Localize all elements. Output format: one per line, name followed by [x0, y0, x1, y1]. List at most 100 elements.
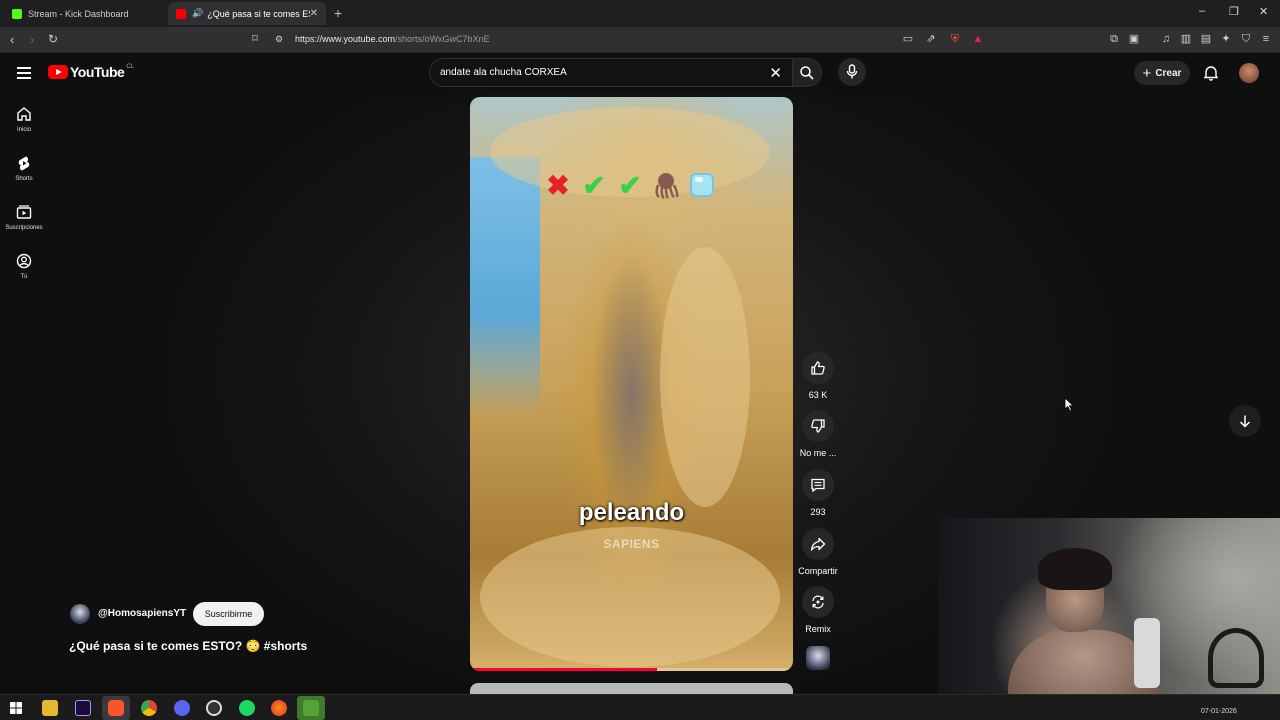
- search-input[interactable]: andate ala chucha CORXEA ✕: [429, 58, 793, 87]
- mouse-cursor-icon: [1064, 397, 1074, 412]
- music-icon[interactable]: ♫: [1160, 33, 1172, 45]
- chrome-icon[interactable]: [141, 700, 157, 716]
- tab-kick-dashboard[interactable]: Stream - Kick Dashboard: [4, 2, 166, 25]
- next-short-button[interactable]: [1229, 405, 1261, 437]
- video-progress-fill: [470, 668, 658, 671]
- brave-browser-icon[interactable]: [108, 700, 124, 716]
- clear-search-icon[interactable]: ✕: [769, 64, 782, 82]
- search-icon: [800, 66, 814, 80]
- hamburger-menu-icon[interactable]: [17, 67, 31, 79]
- channel-thumbnail[interactable]: [806, 646, 830, 670]
- bookmark-icon[interactable]: ⌑: [249, 33, 261, 45]
- speaker-icon: 🔊: [192, 8, 204, 18]
- voice-search-button[interactable]: [838, 58, 866, 86]
- like-button[interactable]: 63 K: [795, 352, 841, 400]
- firefox-icon[interactable]: [271, 700, 287, 716]
- create-button[interactable]: + Crear: [1134, 61, 1190, 85]
- sidebar-item-label: Tú: [20, 274, 28, 280]
- youtube-header: YouTube CL andate ala chucha CORXEA ✕ + …: [0, 53, 1280, 93]
- spotify-icon[interactable]: [239, 700, 255, 716]
- comments-button[interactable]: 293: [795, 469, 841, 517]
- share-button[interactable]: Compartir: [795, 528, 841, 576]
- maximize-button[interactable]: ❐: [1229, 5, 1239, 18]
- vpn-icon[interactable]: ⛉: [1240, 33, 1252, 45]
- address-bar-row: ‹ › ↻ ⌑ ⚙ https://www.youtube.com/shorts…: [0, 27, 1280, 53]
- logo-text: YouTube: [70, 64, 125, 80]
- octopus-icon: [650, 169, 682, 201]
- share-page-icon[interactable]: ⇗: [925, 33, 937, 45]
- sidebar-item-suscripciones[interactable]: Suscripciones: [0, 204, 48, 231]
- short-video-player[interactable]: ✖ ✔ ✔ peleando SAPIENS: [470, 97, 793, 671]
- shorts-icon: [18, 156, 30, 171]
- wallet-icon[interactable]: ▤: [1200, 33, 1212, 45]
- premiere-icon[interactable]: [75, 700, 91, 716]
- channel-avatar[interactable]: [70, 604, 90, 624]
- remix-button[interactable]: Remix: [795, 586, 841, 634]
- video-title: ¿Qué pasa si te comes ESTO? 😳 #shorts: [69, 639, 308, 653]
- dislike-label: No me ...: [799, 448, 837, 458]
- video-progress-bar[interactable]: [470, 668, 793, 671]
- youtube-play-icon: [48, 65, 68, 79]
- sidebar-item-inicio[interactable]: Inicio: [0, 106, 48, 133]
- minecraft-icon[interactable]: [303, 700, 319, 716]
- video-watermark: SAPIENS: [603, 537, 660, 551]
- headphones-shape: [1208, 628, 1264, 688]
- file-explorer-icon[interactable]: [42, 700, 58, 716]
- green-check-icon: ✔: [618, 169, 642, 201]
- user-avatar[interactable]: [1239, 63, 1259, 83]
- sidebar-item-shorts[interactable]: Shorts: [0, 155, 48, 182]
- create-label: Crear: [1155, 67, 1182, 79]
- search-button[interactable]: [792, 58, 822, 87]
- country-code: CL: [126, 64, 134, 70]
- video-caption: peleando: [578, 499, 685, 526]
- dislike-icon: [811, 419, 825, 433]
- channel-name[interactable]: @HomosapiensYT: [98, 608, 186, 619]
- video-sky-area: [470, 157, 540, 417]
- browser-tab-bar: Stream - Kick Dashboard 🔊 ¿Qué pasa si t…: [0, 0, 1280, 27]
- share-label: Compartir: [798, 566, 838, 576]
- back-icon[interactable]: ‹: [10, 32, 14, 47]
- microphone-icon: [846, 64, 858, 79]
- microphone-shape: [1134, 618, 1160, 688]
- windows-taskbar: 07-01-2026: [0, 694, 1280, 720]
- tab-youtube-short[interactable]: 🔊 ¿Qué pasa si te comes ESTO? ✕: [168, 2, 326, 25]
- subscribe-button[interactable]: Suscribirme: [193, 602, 264, 626]
- tab-close-icon[interactable]: ✕: [310, 8, 318, 19]
- url-text: https://www.youtube.com/shorts/oWxGwC7bX…: [295, 34, 490, 44]
- forward-icon[interactable]: ›: [30, 32, 34, 47]
- obs-icon[interactable]: [206, 700, 222, 716]
- red-x-icon: ✖: [546, 169, 570, 201]
- minimize-button[interactable]: –: [1199, 5, 1205, 17]
- windows-start-icon[interactable]: [10, 702, 22, 714]
- green-check-icon: ✔: [582, 169, 606, 201]
- screenshot-icon[interactable]: ▣: [1128, 33, 1140, 45]
- sidebar-toggle-icon[interactable]: ▥: [1180, 33, 1192, 45]
- notifications-bell-icon[interactable]: [1204, 65, 1218, 81]
- like-icon: [811, 361, 825, 375]
- plus-icon: +: [1142, 64, 1152, 82]
- dislike-button[interactable]: No me ...: [795, 410, 841, 458]
- site-settings-icon[interactable]: ⚙: [273, 33, 285, 45]
- sidebar-item-label: Shorts: [15, 176, 33, 182]
- youtube-logo[interactable]: YouTube CL: [48, 64, 134, 80]
- cast-icon[interactable]: ▭: [902, 33, 914, 45]
- share-icon: [810, 537, 826, 551]
- webcam-overlay: [938, 518, 1280, 708]
- leo-ai-icon[interactable]: ✦: [1220, 33, 1232, 45]
- arrow-down-icon: [1239, 415, 1251, 428]
- brave-rewards-icon[interactable]: ▲: [972, 33, 984, 45]
- browser-menu-icon[interactable]: ≡: [1260, 33, 1272, 45]
- brave-shield-icon[interactable]: ⛨: [949, 33, 961, 45]
- new-tab-button[interactable]: +: [334, 5, 342, 21]
- url-field[interactable]: ⌑ ⚙ https://www.youtube.com/shorts/oWxGw…: [245, 30, 985, 50]
- spine-shape: [660, 247, 750, 507]
- discord-icon[interactable]: [174, 700, 190, 716]
- sidebar-item-tu[interactable]: Tú: [0, 253, 48, 280]
- close-window-button[interactable]: ✕: [1259, 5, 1268, 18]
- extensions-icon[interactable]: ⧉: [1108, 33, 1120, 45]
- youtube-favicon-icon: [176, 8, 186, 19]
- streamer-hair: [1038, 548, 1112, 590]
- comment-icon: [811, 478, 825, 493]
- reload-icon[interactable]: ↻: [48, 32, 58, 46]
- sidebar-item-label: Inicio: [16, 127, 31, 133]
